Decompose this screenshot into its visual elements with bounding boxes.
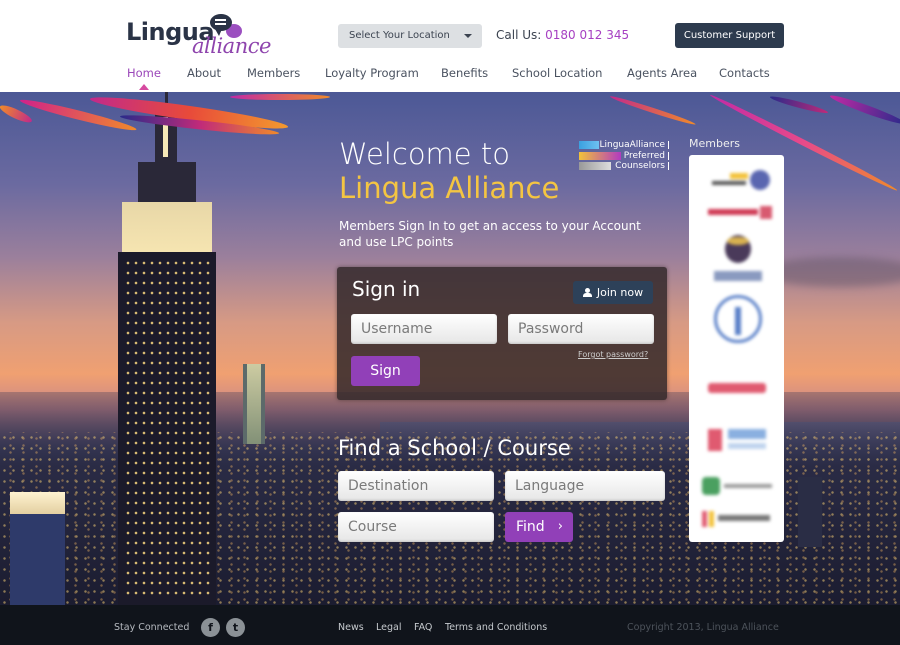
nav-home[interactable]: Home xyxy=(127,66,161,80)
password-input[interactable] xyxy=(508,314,654,344)
forgot-password-link[interactable]: Forgot password? xyxy=(578,350,648,359)
language-input[interactable] xyxy=(505,471,665,501)
find-button[interactable]: Find › xyxy=(505,512,573,542)
logo-text-secondary: alliance xyxy=(192,34,271,58)
logo[interactable]: Lingua alliance xyxy=(126,12,271,58)
member-logo[interactable] xyxy=(700,235,774,285)
call-label: Call Us: xyxy=(496,28,542,42)
member-logo[interactable] xyxy=(700,475,774,497)
nav-agents-area[interactable]: Agents Area xyxy=(627,66,697,80)
lpc-badge: LinguaAlliance Preferred Counselors xyxy=(577,140,669,172)
building xyxy=(798,477,822,547)
badge-bar-gray xyxy=(579,162,611,170)
tower-lit-top xyxy=(122,202,212,257)
active-nav-indicator xyxy=(139,84,149,90)
caret-down-icon xyxy=(464,34,472,38)
decorative-swoosh xyxy=(230,94,330,100)
sign-in-title: Sign in xyxy=(352,277,421,301)
sign-in-button[interactable]: Sign xyxy=(351,356,420,386)
building xyxy=(10,492,65,605)
decorative-swoosh xyxy=(828,92,900,128)
course-input[interactable] xyxy=(338,512,494,542)
welcome-heading-line2: Lingua Alliance xyxy=(339,171,560,205)
building xyxy=(243,364,265,444)
customer-support-button[interactable]: Customer Support xyxy=(675,23,784,48)
main-nav: Home About Members Loyalty Program Benef… xyxy=(0,64,900,84)
badge-bar-blue xyxy=(579,141,599,149)
username-input[interactable] xyxy=(351,314,497,344)
member-logo[interactable] xyxy=(700,509,774,529)
find-button-label: Find xyxy=(516,519,545,535)
destination-input[interactable] xyxy=(338,471,494,501)
nav-about[interactable]: About xyxy=(187,66,221,80)
decorative-swoosh xyxy=(0,102,34,126)
location-select-value: Select Your Location xyxy=(349,30,450,41)
site-header: Lingua alliance Select Your Location Cal… xyxy=(0,0,900,92)
empire-state-building xyxy=(118,252,216,605)
stay-connected-label: Stay Connected xyxy=(114,622,190,633)
member-logo[interactable] xyxy=(700,205,774,221)
member-logo[interactable] xyxy=(700,169,774,191)
welcome-intro-text: Members Sign In to get an access to your… xyxy=(339,219,641,249)
copyright: Copyright 2013, Lingua Alliance xyxy=(627,622,779,633)
badge-line: Preferred xyxy=(623,150,665,161)
sign-in-panel: Sign in Join now Forgot password? Sign xyxy=(337,267,667,400)
badge-line: LinguaAlliance xyxy=(599,140,665,150)
members-label: Members xyxy=(689,137,740,150)
nav-benefits[interactable]: Benefits xyxy=(441,66,488,80)
badge-line: Counselors xyxy=(615,161,665,171)
member-logo[interactable] xyxy=(700,377,774,401)
welcome-heading-line1: Welcome to xyxy=(339,137,510,171)
footer-link-terms[interactable]: Terms and Conditions xyxy=(445,622,547,633)
members-logo-panel xyxy=(689,155,784,542)
find-school-title: Find a School / Course xyxy=(338,436,571,460)
location-select[interactable]: Select Your Location xyxy=(338,24,482,48)
user-icon xyxy=(582,288,592,297)
nav-loyalty-program[interactable]: Loyalty Program xyxy=(325,66,419,80)
nav-members[interactable]: Members xyxy=(247,66,300,80)
member-logo[interactable] xyxy=(700,295,774,349)
chevron-right-icon: › xyxy=(557,519,563,534)
phone-number[interactable]: 0180 012 345 xyxy=(545,28,629,42)
badge-bar-gradient xyxy=(579,151,621,160)
nav-school-location[interactable]: School Location xyxy=(512,66,602,80)
nav-contacts[interactable]: Contacts xyxy=(719,66,770,80)
footer-link-news[interactable]: News xyxy=(338,622,364,633)
decorative-swoosh xyxy=(769,94,829,116)
tower-crown xyxy=(138,162,196,204)
facebook-icon[interactable]: f xyxy=(201,618,220,637)
member-logo[interactable] xyxy=(700,425,774,455)
twitter-icon[interactable]: t xyxy=(226,618,245,637)
call-us: Call Us: 0180 012 345 xyxy=(496,28,629,42)
join-now-button[interactable]: Join now xyxy=(573,281,653,304)
site-footer: Stay Connected f t News Legal FAQ Terms … xyxy=(0,605,900,645)
footer-link-legal[interactable]: Legal xyxy=(376,622,401,633)
decorative-swoosh xyxy=(609,94,697,127)
footer-link-faq[interactable]: FAQ xyxy=(414,622,432,633)
join-now-label: Join now xyxy=(596,286,644,299)
